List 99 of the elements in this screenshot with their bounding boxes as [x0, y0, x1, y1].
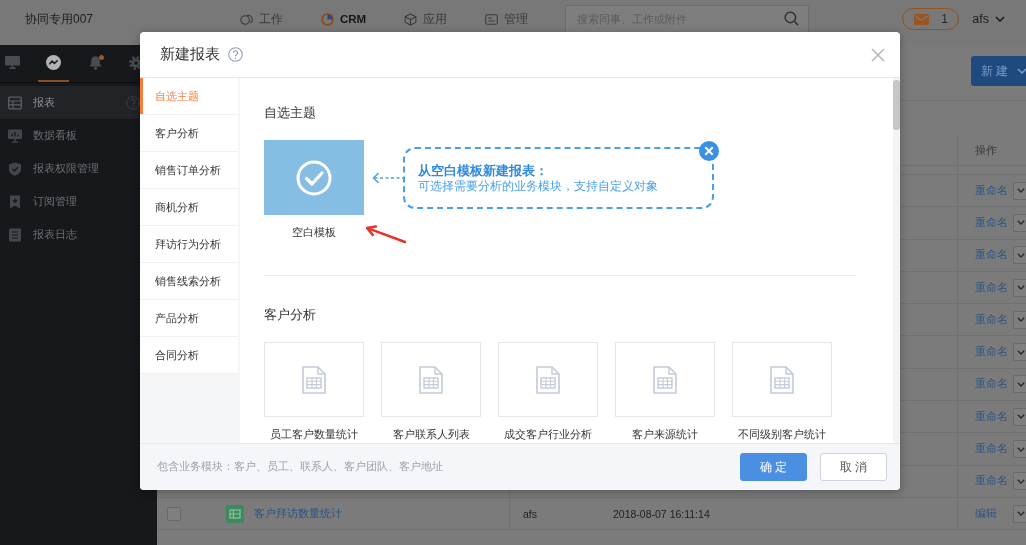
- document-table-icon: [535, 365, 561, 394]
- caret-icon: [1017, 381, 1025, 387]
- document-table-icon: [652, 365, 678, 394]
- bubbles-icon: [240, 12, 253, 26]
- caret-icon: [1017, 252, 1025, 258]
- action-link[interactable]: 重命名: [975, 345, 1008, 360]
- card-icon: [485, 12, 499, 26]
- document-table-icon: [769, 365, 795, 394]
- more-dropdown[interactable]: [1013, 440, 1026, 458]
- report-link[interactable]: 客户拜访数量统计: [254, 506, 342, 521]
- action-link[interactable]: 重命名: [975, 183, 1008, 198]
- pointer-arrow: [365, 224, 407, 244]
- settings-icon: [129, 55, 140, 70]
- help-icon[interactable]: [228, 47, 243, 62]
- action-link[interactable]: 重命名: [975, 409, 1008, 424]
- nav-tab[interactable]: CRM: [321, 12, 367, 26]
- pie-chart-icon: [321, 12, 334, 26]
- action-link[interactable]: 重命名: [975, 474, 1008, 489]
- creator-name: afs: [523, 507, 537, 520]
- more-dropdown[interactable]: [1013, 472, 1026, 491]
- caret-icon: [1017, 317, 1025, 323]
- more-dropdown[interactable]: [1013, 246, 1026, 265]
- template-name: 客户联系人列表: [392, 427, 470, 441]
- action-link[interactable]: 重命名: [975, 280, 1008, 295]
- caret-icon: [1017, 188, 1025, 194]
- envelope-icon: [914, 13, 930, 25]
- spreadsheet-icon: [226, 504, 244, 523]
- template-name: 成交客户行业分析: [504, 427, 592, 441]
- category-item[interactable]: 销售订单分析: [140, 152, 238, 189]
- more-dropdown[interactable]: [1013, 278, 1026, 297]
- section-title: 自选主题: [264, 105, 316, 121]
- new-button[interactable]: 新 建: [971, 56, 1026, 86]
- caret-icon: [1017, 446, 1025, 452]
- table-icon: [8, 95, 22, 110]
- module-note: 包含业务模块：客户、员工、联系人、客户团队、客户地址: [157, 460, 443, 474]
- presentation-board-icon: [8, 128, 22, 143]
- category-item[interactable]: 销售线索分析: [140, 263, 238, 300]
- action-link[interactable]: 重命名: [975, 442, 1008, 456]
- template-name: 不同级别客户统计: [738, 427, 826, 441]
- close-icon[interactable]: [699, 141, 719, 161]
- list-icon: [8, 227, 22, 242]
- action-link[interactable]: 重命名: [975, 248, 1008, 263]
- cube-icon: [404, 12, 418, 26]
- category-item[interactable]: 拜访行为分析: [140, 226, 238, 263]
- more-dropdown[interactable]: [1013, 181, 1026, 200]
- monitor-icon: [4, 56, 20, 69]
- category-item[interactable]: 自选主题: [140, 78, 238, 115]
- caret-icon: [1017, 349, 1025, 355]
- more-dropdown[interactable]: [1013, 310, 1026, 329]
- callout-title: 从空白模板新建报表：: [418, 162, 548, 179]
- caret-icon: [1017, 285, 1025, 291]
- caret-icon: [1017, 220, 1025, 226]
- section-title: 客户分析: [264, 307, 316, 323]
- template-card[interactable]: [264, 140, 364, 215]
- template-name: 空白模板: [292, 225, 336, 239]
- more-dropdown[interactable]: [1013, 504, 1026, 523]
- more-dropdown[interactable]: [1013, 213, 1026, 232]
- dialog-title: 新建报表: [160, 45, 220, 64]
- more-dropdown[interactable]: [1013, 375, 1026, 394]
- sidebar-item[interactable]: 报表: [0, 86, 140, 119]
- category-item[interactable]: 合同分析: [140, 337, 238, 374]
- close-icon[interactable]: [871, 47, 885, 62]
- sidebar-item[interactable]: 数据看板: [0, 119, 140, 152]
- category-item[interactable]: 产品分析: [140, 300, 238, 337]
- template-name: 员工客户数量统计: [270, 427, 358, 441]
- search-icon[interactable]: [784, 11, 800, 26]
- caret-icon: [995, 16, 1005, 22]
- bell-icon: [88, 55, 103, 70]
- action-link[interactable]: 重命名: [975, 215, 1008, 230]
- bookmark-icon: [8, 194, 22, 209]
- company-name: 协同专用007: [25, 10, 94, 28]
- sidebar-item[interactable]: 订阅管理: [0, 185, 140, 218]
- template-name: 客户来源统计: [632, 427, 698, 441]
- more-dropdown[interactable]: [1013, 343, 1026, 362]
- check-circle-icon: [296, 159, 332, 196]
- more-dropdown[interactable]: [1013, 407, 1026, 426]
- action-link[interactable]: 重命名: [975, 312, 1008, 327]
- nav-tab[interactable]: 工作: [240, 11, 283, 27]
- callout-text: 可选择需要分析的业务模块，支持自定义对象: [418, 178, 658, 194]
- caret-icon: [1016, 68, 1026, 74]
- nav-tab[interactable]: 应用: [404, 11, 448, 27]
- confirm-button[interactable]: 确 定: [740, 453, 807, 481]
- scrollbar-thumb[interactable]: [893, 80, 900, 130]
- action-link[interactable]: 重命名: [975, 377, 1008, 392]
- user-menu[interactable]: afs: [972, 12, 1005, 26]
- document-table-icon: [418, 365, 444, 394]
- caret-icon: [1017, 478, 1025, 484]
- document-table-icon: [301, 365, 327, 394]
- sidebar-item[interactable]: 报表权限管理: [0, 152, 140, 185]
- caret-icon: [1017, 511, 1025, 517]
- created-time: 2018-08-07 16:11:14: [613, 507, 710, 520]
- shield-icon: [8, 161, 22, 176]
- category-item[interactable]: 商机分析: [140, 189, 238, 226]
- action-link[interactable]: 编辑: [975, 506, 997, 521]
- chart-icon: [46, 55, 61, 70]
- cancel-button[interactable]: 取 消: [820, 453, 887, 481]
- category-item[interactable]: 客户分析: [140, 115, 238, 152]
- sidebar-item[interactable]: 报表日志: [0, 218, 140, 251]
- caret-icon: [1017, 414, 1025, 420]
